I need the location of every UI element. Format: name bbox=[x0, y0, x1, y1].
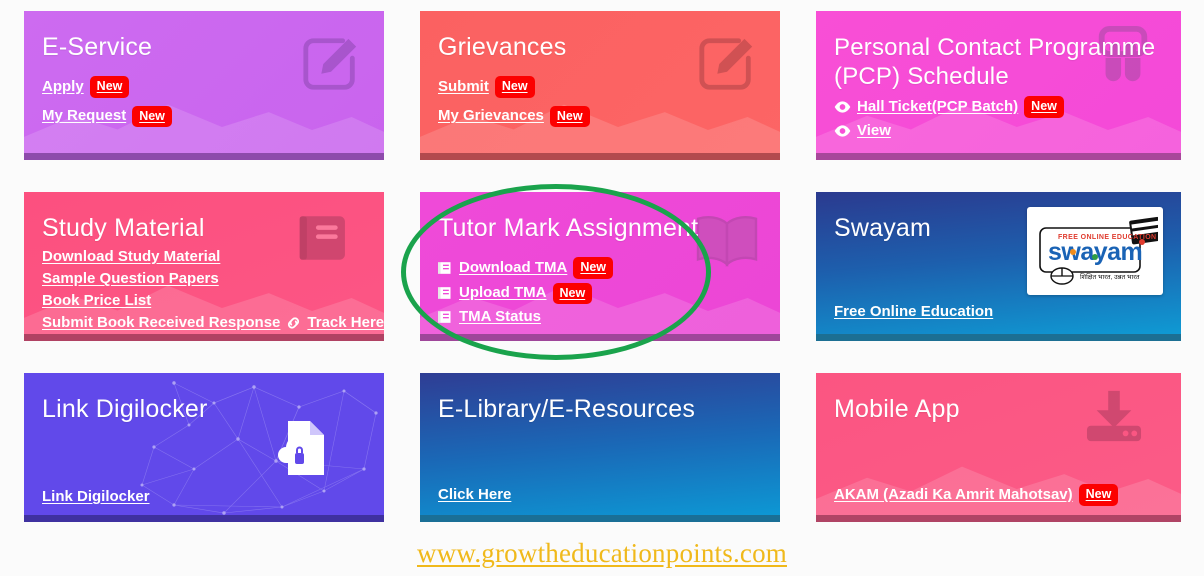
tile-bottom-stripe bbox=[816, 334, 1181, 341]
book-icon bbox=[438, 310, 453, 324]
link-row: My Grievances New bbox=[438, 105, 758, 127]
link-akam[interactable]: AKAM (Azadi Ka Amrit Mahotsav) bbox=[834, 486, 1073, 504]
tile-title: Link Digilocker bbox=[42, 395, 208, 423]
link-row: Apply New bbox=[42, 76, 362, 98]
swayam-logo: FREE ONLINE EDUCATION swayam शिक्षित भार… bbox=[1027, 207, 1163, 295]
tile-links: Submit New My Grievances New bbox=[438, 76, 758, 127]
link-row: TMA Status bbox=[438, 308, 758, 326]
link-hall-ticket[interactable]: Hall Ticket(PCP Batch) bbox=[857, 98, 1018, 116]
tile-e-library[interactable]: E-Library/E-Resources Click Here bbox=[420, 373, 780, 522]
eye-icon bbox=[834, 101, 851, 113]
badge-new: New bbox=[1024, 96, 1064, 118]
tile-body: Tutor Mark Assignment Download TMA New U… bbox=[438, 214, 758, 326]
tile-e-service[interactable]: E-Service Apply New My Request New bbox=[24, 11, 384, 160]
link-row: AKAM (Azadi Ka Amrit Mahotsav) New bbox=[834, 484, 1159, 506]
badge-new: New bbox=[549, 105, 590, 127]
tile-links: Link Digilocker bbox=[42, 488, 362, 506]
tile-title: Tutor Mark Assignment bbox=[438, 214, 699, 242]
eye-icon bbox=[834, 124, 851, 137]
link-tma-status[interactable]: TMA Status bbox=[459, 308, 541, 326]
tile-bottom-stripe bbox=[420, 515, 780, 522]
link-row: Download Study Material bbox=[42, 248, 362, 266]
tile-bottom-stripe bbox=[816, 153, 1181, 160]
tile-links: AKAM (Azadi Ka Amrit Mahotsav) New bbox=[834, 484, 1159, 506]
link-download-study-material[interactable]: Download Study Material bbox=[42, 248, 220, 266]
link-row: Free Online Education bbox=[834, 303, 1159, 321]
tile-links: Click Here bbox=[438, 486, 758, 504]
tile-grievances[interactable]: Grievances Submit New My Grievances New bbox=[420, 11, 780, 160]
tile-bottom-stripe bbox=[420, 334, 780, 341]
book-icon bbox=[438, 261, 453, 275]
link-track-here[interactable]: Track Here bbox=[307, 314, 384, 332]
link-row: Sample Question Papers bbox=[42, 270, 362, 288]
link-row: View bbox=[834, 122, 1159, 140]
dashboard-page: E-Service Apply New My Request New Griev… bbox=[0, 0, 1204, 576]
svg-text:शिक्षित भारत, उन्नत भारत: शिक्षित भारत, उन्नत भारत bbox=[1080, 273, 1140, 281]
tile-body: Study Material Download Study Material S… bbox=[42, 214, 384, 332]
tile-bottom-stripe bbox=[420, 153, 780, 160]
link-download-tma[interactable]: Download TMA bbox=[459, 259, 567, 277]
tile-bottom-stripe bbox=[816, 515, 1181, 522]
link-row: Book Price List bbox=[42, 292, 362, 310]
tile-bottom-stripe bbox=[24, 153, 384, 160]
badge-new: New bbox=[552, 282, 593, 304]
tile-links: Download Study Material Sample Question … bbox=[42, 248, 384, 332]
tile-title: E-Library/E-Resources bbox=[438, 395, 696, 423]
tile-tutor-mark-assignment[interactable]: Tutor Mark Assignment Download TMA New U… bbox=[420, 192, 780, 341]
link-free-online-education[interactable]: Free Online Education bbox=[834, 303, 993, 321]
link-row: Click Here bbox=[438, 486, 758, 504]
link-my-grievances[interactable]: My Grievances bbox=[438, 107, 544, 125]
badge-new: New bbox=[1078, 484, 1119, 506]
tile-title: Mobile App bbox=[834, 395, 960, 423]
tile-links: Download TMA New Upload TMA New TMA Stat… bbox=[438, 257, 758, 326]
link-upload-tma[interactable]: Upload TMA bbox=[459, 284, 547, 302]
svg-text:swayam: swayam bbox=[1048, 238, 1142, 266]
link-submit[interactable]: Submit bbox=[438, 78, 489, 96]
link-submit-book-received-response[interactable]: Submit Book Received Response bbox=[42, 314, 280, 332]
tile-body: Grievances Submit New My Grievances New bbox=[438, 33, 758, 127]
tile-swayam[interactable]: FREE ONLINE EDUCATION swayam शिक्षित भार… bbox=[816, 192, 1181, 341]
tile-body: Personal Contact Programme (PCP) Schedul… bbox=[834, 33, 1159, 140]
tile-body: E-Library/E-Resources Click Here bbox=[438, 395, 758, 504]
tile-links: Free Online Education bbox=[834, 303, 1159, 321]
tile-title: Study Material bbox=[42, 214, 205, 242]
tile-links: Hall Ticket(PCP Batch) New View bbox=[834, 96, 1159, 140]
link-view[interactable]: View bbox=[857, 122, 891, 140]
badge-new: New bbox=[89, 76, 130, 98]
tile-link-digilocker[interactable]: Link Digilocker Link Digilocker bbox=[24, 373, 384, 522]
link-book-price-list[interactable]: Book Price List bbox=[42, 292, 151, 310]
tile-body: Mobile App AKAM (Azadi Ka Amrit Mahotsav… bbox=[834, 395, 1159, 506]
tile-mobile-app[interactable]: Mobile App AKAM (Azadi Ka Amrit Mahotsav… bbox=[816, 373, 1181, 522]
book-icon bbox=[438, 286, 453, 300]
link-row: Link Digilocker bbox=[42, 488, 362, 506]
link-apply[interactable]: Apply bbox=[42, 78, 84, 96]
footer-watermark: www.growtheducationpoints.com bbox=[417, 538, 787, 568]
link-row: Upload TMA New bbox=[438, 282, 758, 304]
link-row: My Request New bbox=[42, 105, 362, 127]
link-my-request[interactable]: My Request bbox=[42, 107, 126, 125]
service-tiles-grid: E-Service Apply New My Request New Griev… bbox=[24, 11, 1181, 522]
link-link-digilocker[interactable]: Link Digilocker bbox=[42, 488, 150, 506]
badge-new: New bbox=[132, 105, 172, 127]
tile-title: Personal Contact Programme (PCP) Schedul… bbox=[834, 34, 1156, 90]
tile-pcp-schedule[interactable]: Personal Contact Programme (PCP) Schedul… bbox=[816, 11, 1181, 160]
link-row: Download TMA New bbox=[438, 257, 758, 279]
tile-body: E-Service Apply New My Request New bbox=[42, 33, 362, 127]
badge-new: New bbox=[573, 257, 614, 279]
badge-new: New bbox=[494, 76, 535, 98]
tile-title: E-Service bbox=[42, 33, 153, 61]
tile-study-material[interactable]: Study Material Download Study Material S… bbox=[24, 192, 384, 341]
tile-links: Apply New My Request New bbox=[42, 76, 362, 127]
tile-body: Link Digilocker Link Digilocker bbox=[42, 395, 362, 506]
tile-bottom-stripe bbox=[24, 334, 384, 341]
tile-title: Grievances bbox=[438, 33, 567, 61]
link-sample-question-papers[interactable]: Sample Question Papers bbox=[42, 270, 219, 288]
link-row: Hall Ticket(PCP Batch) New bbox=[834, 96, 1159, 118]
link-row: Submit New bbox=[438, 76, 758, 98]
link-row: Submit Book Received Response Track Here bbox=[42, 314, 384, 332]
chain-link-icon bbox=[286, 316, 301, 330]
link-click-here[interactable]: Click Here bbox=[438, 486, 511, 504]
